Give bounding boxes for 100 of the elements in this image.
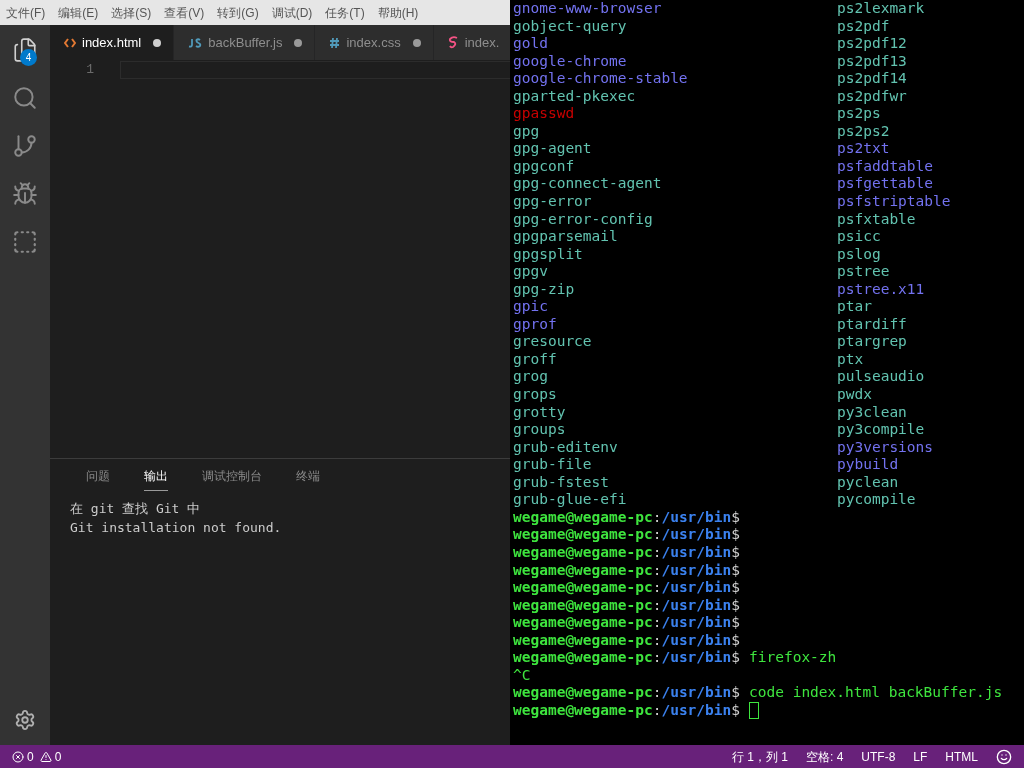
menu-item[interactable]: 帮助(H): [377, 3, 419, 22]
file-name: grotty: [513, 403, 567, 422]
branch-icon[interactable]: [12, 133, 38, 159]
prompt-colon: :: [652, 579, 662, 597]
prompt-sign: $: [731, 631, 740, 650]
command-text: code index.html backBuffer.js: [749, 684, 1003, 702]
menu-item[interactable]: 任务(T): [325, 3, 365, 22]
file-name: gpg-connect-agent: [513, 175, 663, 193]
menu-item[interactable]: 编辑(E): [58, 3, 99, 22]
swirl-icon: [447, 36, 459, 49]
panel-tab[interactable]: 调试控制台: [202, 467, 262, 491]
file-name: py3clean: [837, 403, 907, 422]
menu-item[interactable]: 转到(G): [217, 3, 259, 22]
file-name: pslog: [837, 245, 881, 264]
status-item[interactable]: 空格: 4: [805, 747, 844, 766]
bug-icon[interactable]: [12, 181, 38, 207]
menu-item[interactable]: 文件(F): [6, 3, 46, 22]
prompt-colon: :: [652, 649, 662, 667]
prompt-user: wegame@wegame-pc: [513, 526, 653, 544]
prompt-sign: $: [731, 649, 740, 667]
error-icon[interactable]: [12, 750, 24, 763]
file-name: pybuild: [837, 456, 899, 474]
warning-count[interactable]: 0: [54, 747, 62, 766]
menu-item[interactable]: 调试(D): [271, 3, 313, 22]
status-item[interactable]: LF: [913, 747, 928, 766]
code-brackets-icon: [64, 37, 76, 48]
file-name: ps2ps: [837, 105, 881, 123]
file-name: gpic: [513, 298, 549, 316]
prompt-colon: :: [652, 526, 662, 544]
file-name: google-chrome-stable: [513, 70, 689, 88]
menu-item[interactable]: 选择(S): [111, 3, 152, 22]
line-number: 1: [86, 61, 94, 78]
file-name: gpgsplit: [513, 245, 584, 264]
file-name: gnome-www-browser: [513, 0, 663, 18]
file-name: gpg-zip: [513, 280, 576, 299]
file-name: pulseaudio: [837, 368, 925, 387]
output-text: ^C: [513, 666, 531, 685]
prompt-colon: :: [652, 701, 662, 720]
prompt-sign: $: [731, 614, 740, 632]
status-item[interactable]: 行 1，列 1: [731, 747, 788, 766]
prompt-path: /usr/bin: [661, 614, 732, 632]
file-name: grub-file: [513, 456, 593, 474]
prompt-user: wegame@wegame-pc: [513, 543, 653, 562]
smiley-icon[interactable]: [996, 748, 1012, 765]
prompt-colon: :: [652, 543, 662, 562]
status-item[interactable]: UTF-8: [861, 747, 896, 766]
file-name: ptx: [837, 350, 864, 369]
prompt-sign: $: [731, 596, 740, 615]
file-name: gpg-error: [513, 193, 593, 211]
prompt-path: /usr/bin: [661, 508, 732, 527]
file-name: groups: [513, 421, 567, 439]
settings-icon[interactable]: [14, 709, 36, 731]
panel-tab[interactable]: 问题: [86, 467, 110, 491]
file-name: gpg-agent: [513, 140, 593, 158]
prompt-path: /usr/bin: [661, 631, 732, 650]
prompt-path: /usr/bin: [661, 543, 732, 562]
editor-tab[interactable]: index.css: [315, 25, 434, 60]
file-name: ps2pdf14: [837, 70, 907, 88]
prompt-user: wegame@wegame-pc: [513, 579, 653, 597]
editor-tab[interactable]: index.: [433, 25, 513, 60]
file-name: ps2lexmark: [837, 0, 925, 18]
file-name: pstree: [837, 263, 890, 281]
file-name: gpgv: [513, 263, 549, 281]
file-name: py3versions: [837, 438, 934, 457]
prompt-path: /usr/bin: [661, 649, 732, 667]
editor-tab[interactable]: backBuffer.js: [174, 25, 316, 60]
file-name: psfgettable: [837, 175, 934, 193]
prompt-user: wegame@wegame-pc: [513, 684, 653, 702]
extensions-icon[interactable]: [12, 229, 38, 255]
file-name: pycompile: [837, 491, 916, 509]
explorer-button[interactable]: 4: [12, 37, 38, 63]
file-name: pstree.x11: [837, 280, 925, 299]
file-name: pwdx: [837, 386, 872, 404]
search-icon[interactable]: [12, 85, 38, 111]
prompt-sign: $: [731, 561, 740, 580]
output-line: Git installation not found.: [70, 519, 282, 537]
menu-item[interactable]: 查看(V): [164, 3, 205, 22]
editor-tab[interactable]: index.html: [50, 25, 175, 60]
file-name: psfaddtable: [837, 157, 934, 176]
file-name: psfstriptable: [837, 193, 951, 211]
panel-tab[interactable]: 输出: [144, 467, 168, 491]
prompt-user: wegame@wegame-pc: [513, 561, 653, 580]
prompt-user: wegame@wegame-pc: [513, 596, 653, 615]
file-name: pyclean: [837, 473, 899, 492]
file-name: psicc: [837, 228, 881, 246]
error-count[interactable]: 0: [27, 747, 34, 766]
prompt-colon: :: [652, 508, 662, 527]
prompt-sign: $: [731, 684, 740, 702]
file-name: ptargrep: [837, 333, 907, 351]
file-name: ps2pdf: [837, 17, 890, 36]
prompt-colon: :: [652, 614, 662, 632]
warning-icon[interactable]: [39, 750, 52, 763]
panel-tab[interactable]: 终端: [296, 467, 320, 491]
file-name: gobject-query: [513, 17, 628, 36]
file-name: gpg-error-config: [513, 210, 654, 229]
prompt-path: /usr/bin: [661, 701, 732, 720]
file-name: gpg: [513, 122, 541, 141]
status-item[interactable]: HTML: [945, 747, 978, 766]
file-name: ptar: [837, 298, 872, 316]
prompt-user: wegame@wegame-pc: [513, 631, 653, 650]
